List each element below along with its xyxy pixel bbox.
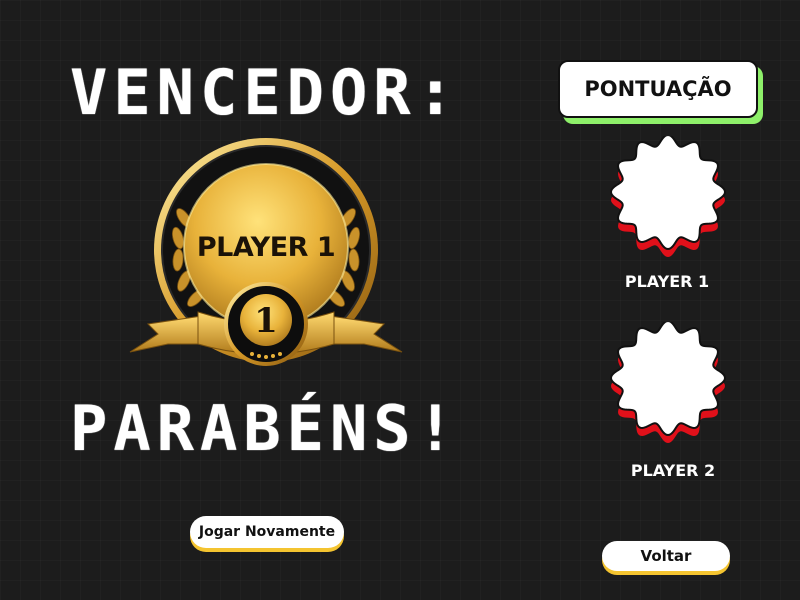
back-button[interactable]: Voltar — [602, 541, 730, 571]
player-1-label: PLAYER 1 — [624, 272, 710, 291]
winner-medal: 1 PLAYER 1 — [128, 138, 404, 370]
scoreboard-title: PONTUAÇÃO — [558, 60, 758, 118]
player-2-score-badge — [609, 322, 727, 443]
medal-winner-name: PLAYER 1 — [196, 232, 336, 263]
player-2-label: PLAYER 2 — [630, 461, 716, 480]
play-again-button[interactable]: Jogar Novamente — [190, 516, 344, 548]
congrats-heading: PARABÉNS! — [70, 392, 460, 465]
winner-heading: VENCEDOR: — [70, 56, 460, 129]
rank-number: 1 — [254, 301, 278, 341]
player-1-score-badge — [609, 136, 727, 257]
